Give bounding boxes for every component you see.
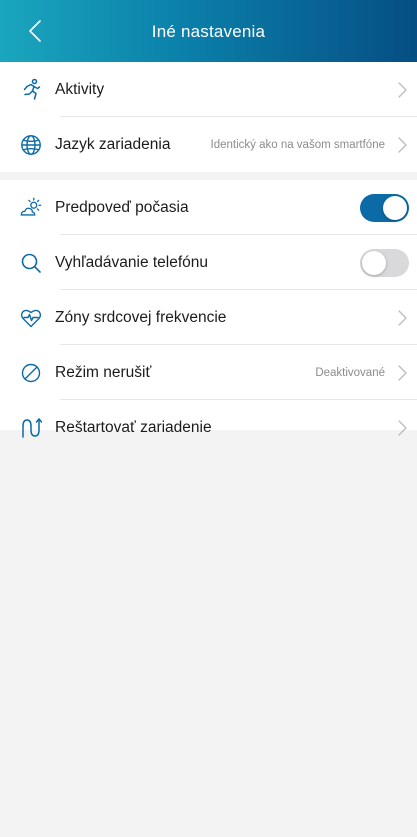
- settings-item-heart-rate-zones[interactable]: Zóny srdcovej frekvencie: [0, 290, 417, 345]
- settings-item-label: Vyhľadávanie telefónu: [55, 254, 209, 271]
- weather-forecast-toggle[interactable]: [360, 194, 409, 222]
- settings-item-label: Predpoveď počasia: [55, 199, 189, 216]
- settings-item-do-not-disturb[interactable]: Režim nerušiť Deaktivované: [0, 345, 417, 400]
- header-bar: Iné nastavenia: [0, 0, 417, 62]
- settings-item-value: Deaktivované: [315, 367, 385, 379]
- weather-sun-cloud-icon: [19, 196, 43, 220]
- chevron-right-icon: [395, 136, 409, 154]
- search-icon: [19, 251, 43, 275]
- settings-item-weather-forecast: Predpoveď počasia: [0, 180, 417, 235]
- settings-item-label: Jazyk zariadenia: [55, 136, 171, 153]
- do-not-disturb-icon: [19, 361, 43, 385]
- chevron-right-icon: [395, 364, 409, 382]
- chevron-right-icon: [395, 81, 409, 99]
- chevron-right-icon: [395, 309, 409, 327]
- settings-group-general: Aktivity Jazyk zariadenia Identický ako …: [0, 62, 417, 172]
- restart-icon: [19, 416, 43, 440]
- settings-item-find-phone: Vyhľadávanie telefónu: [0, 235, 417, 290]
- page-title: Iné nastavenia: [151, 22, 266, 41]
- toggle-knob: [383, 196, 407, 220]
- settings-item-label: Reštartovať zariadenie: [55, 419, 212, 436]
- settings-item-activities[interactable]: Aktivity: [0, 62, 417, 117]
- settings-item-device-language[interactable]: Jazyk zariadenia Identický ako na vašom …: [0, 117, 417, 172]
- running-person-icon: [19, 78, 43, 102]
- settings-group-device: Predpoveď počasia Vyhľadávanie telefónu …: [0, 180, 417, 438]
- heart-rate-icon: [19, 306, 43, 330]
- settings-item-restart-device[interactable]: Reštartovať zariadenie: [0, 400, 417, 455]
- settings-item-label: Zóny srdcovej frekvencie: [55, 309, 227, 326]
- toggle-knob: [362, 251, 386, 275]
- chevron-right-icon: [395, 419, 409, 437]
- find-phone-toggle[interactable]: [360, 249, 409, 277]
- settings-item-label: Režim nerušiť: [55, 364, 152, 381]
- settings-item-value: Identický ako na vašom smartfóne: [210, 139, 386, 151]
- globe-icon: [19, 133, 43, 157]
- settings-item-label: Aktivity: [55, 81, 105, 98]
